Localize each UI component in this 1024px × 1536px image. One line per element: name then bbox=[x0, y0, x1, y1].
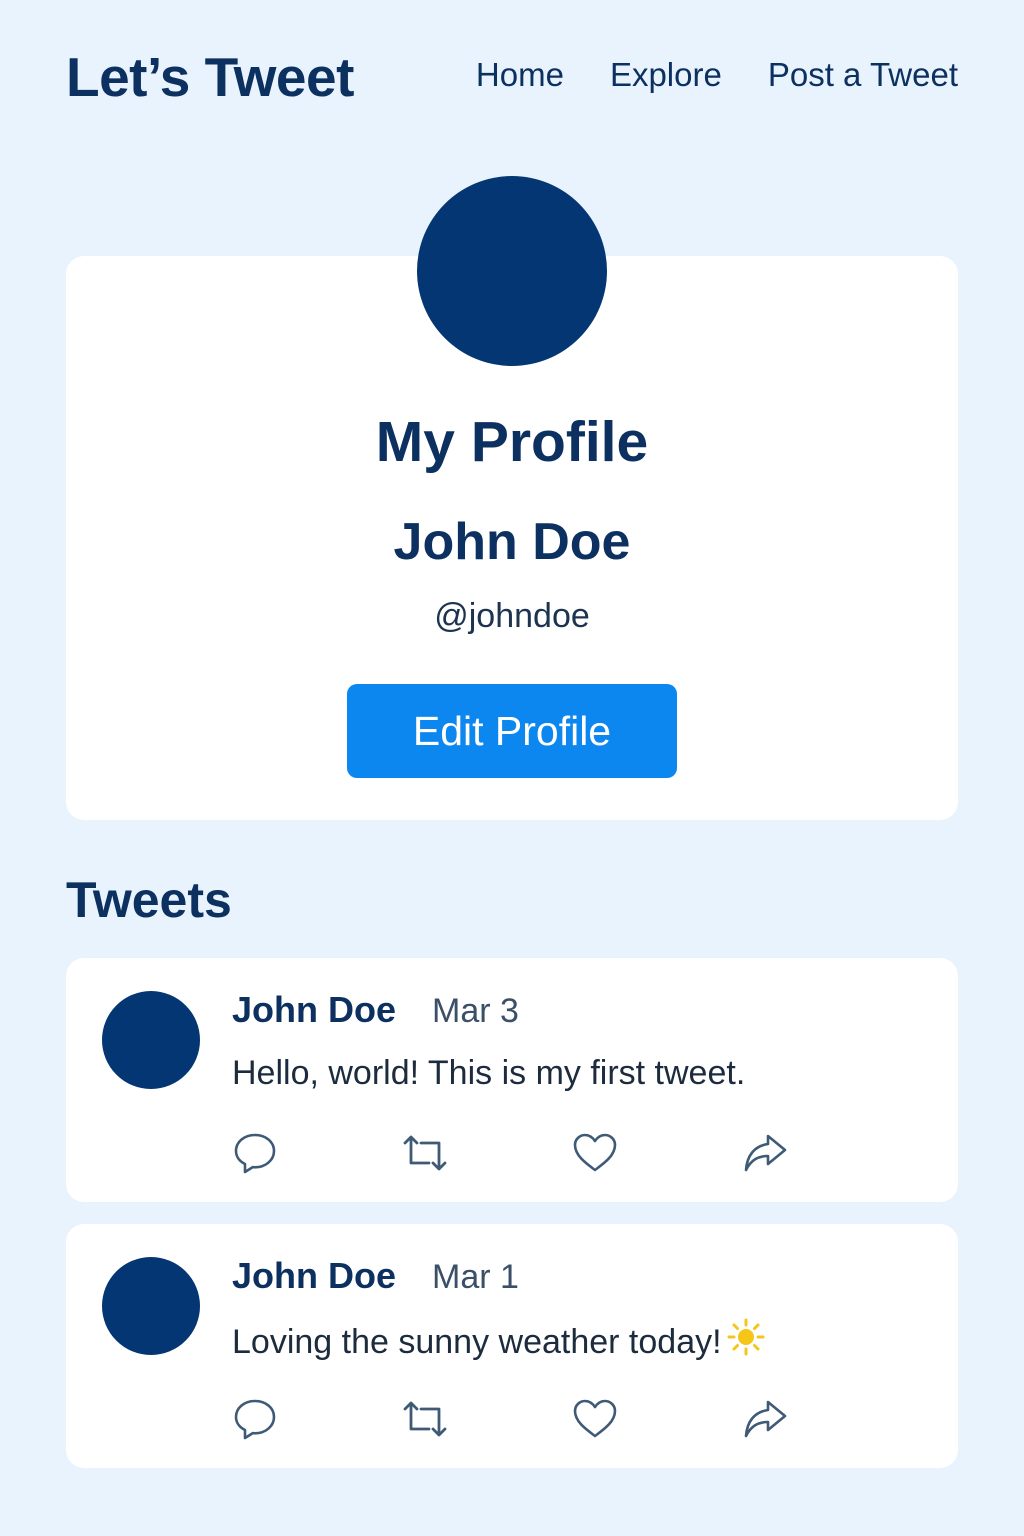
profile-name: John Doe bbox=[393, 513, 631, 571]
retweet-icon[interactable] bbox=[402, 1130, 448, 1176]
tweet-actions bbox=[232, 1130, 792, 1176]
profile-avatar bbox=[417, 176, 607, 366]
profile-handle: @johndoe bbox=[434, 597, 590, 635]
tweet-author[interactable]: John Doe bbox=[232, 988, 396, 1032]
reply-icon[interactable] bbox=[232, 1130, 278, 1176]
tweet-card: John Doe Mar 1 Loving the sunny weather … bbox=[66, 1224, 958, 1468]
share-icon[interactable] bbox=[742, 1130, 788, 1176]
tweets-heading: Tweets bbox=[66, 872, 232, 928]
like-icon[interactable] bbox=[572, 1396, 618, 1442]
tweet-date: Mar 1 bbox=[432, 1258, 519, 1296]
sun-icon bbox=[726, 1317, 766, 1368]
top-header: Let’s Tweet Home Explore Post a Tweet bbox=[0, 0, 1024, 150]
page: Let’s Tweet Home Explore Post a Tweet My… bbox=[0, 0, 1024, 1536]
tweet-date: Mar 3 bbox=[432, 992, 519, 1030]
nav-explore-link[interactable]: Explore bbox=[610, 55, 722, 95]
tweet-card: John Doe Mar 3 Hello, world! This is my … bbox=[66, 958, 958, 1202]
tweet-avatar[interactable] bbox=[102, 1257, 200, 1355]
reply-icon[interactable] bbox=[232, 1396, 278, 1442]
tweet-avatar[interactable] bbox=[102, 991, 200, 1089]
nav-home-link[interactable]: Home bbox=[476, 55, 564, 95]
main-nav: Home Explore Post a Tweet bbox=[476, 55, 958, 95]
tweet-text: Loving the sunny weather today! bbox=[232, 1323, 722, 1361]
tweet-author[interactable]: John Doe bbox=[232, 1254, 396, 1298]
profile-heading: My Profile bbox=[375, 410, 649, 474]
brand-logo[interactable]: Let’s Tweet bbox=[66, 44, 354, 110]
share-icon[interactable] bbox=[742, 1396, 788, 1442]
tweet-actions bbox=[232, 1396, 792, 1442]
retweet-icon[interactable] bbox=[402, 1396, 448, 1442]
like-icon[interactable] bbox=[572, 1130, 618, 1176]
tweet-text: Hello, world! This is my first tweet. bbox=[232, 1054, 746, 1092]
nav-post-tweet-link[interactable]: Post a Tweet bbox=[768, 55, 958, 95]
tweet-text-row: Loving the sunny weather today! bbox=[232, 1317, 766, 1368]
edit-profile-button[interactable]: Edit Profile bbox=[347, 684, 677, 778]
